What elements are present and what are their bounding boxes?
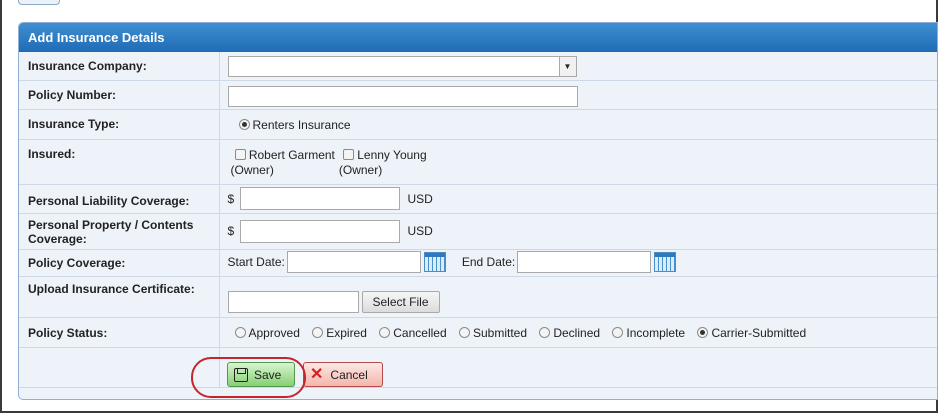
insurance-panel: Add Insurance Details Insurance Company:… (18, 22, 938, 400)
status-option-label: Expired (326, 325, 367, 340)
row-insured: Insured: Robert Garment (Owner) Lenny Yo… (19, 139, 937, 185)
insured-label: Insured: (19, 139, 220, 185)
row-personal-liability: Personal Liability Coverage: $ USD (19, 184, 937, 214)
insured-person: Robert Garment (Owner) (231, 148, 335, 178)
status-option-label: Incomplete (626, 325, 686, 340)
status-declined-radio[interactable] (539, 326, 551, 338)
status-expired-radio[interactable] (312, 326, 324, 338)
personal-property-label: Personal Property / Contents Coverage: (19, 213, 220, 250)
end-date-input[interactable] (517, 250, 652, 273)
insured-role: (Owner) (230, 162, 274, 177)
renters-insurance-label: Renters Insurance (252, 117, 351, 132)
row-upload-certificate: Upload Insurance Certificate: Select Fil… (19, 276, 937, 318)
insurance-form: Insurance Company: ▼ Policy Number: Insu… (19, 52, 937, 388)
start-date-input[interactable] (286, 250, 421, 273)
status-submitted-radio[interactable] (458, 326, 470, 338)
insurance-company-select[interactable]: ▼ (227, 56, 577, 77)
insured-checkbox-robert[interactable] (234, 148, 246, 160)
chevron-down-icon[interactable]: ▼ (558, 57, 576, 76)
insured-role: (Owner) (338, 162, 383, 177)
currency-symbol: $ (227, 191, 235, 206)
status-option-label: Carrier-Submitted (711, 325, 807, 340)
status-option-label: Cancelled (393, 325, 447, 340)
policy-status-label: Policy Status: (19, 317, 220, 348)
status-cancelled-radio[interactable] (379, 326, 391, 338)
personal-liability-label: Personal Liability Coverage: (19, 184, 220, 214)
row-insurance-type: Insurance Type: Renters Insurance (19, 109, 937, 140)
row-personal-property: Personal Property / Contents Coverage: $… (19, 213, 937, 250)
renters-insurance-radio[interactable] (238, 118, 250, 130)
insured-person: Lenny Young (Owner) (339, 148, 427, 178)
save-highlight-ring (191, 357, 306, 398)
status-approved-radio[interactable] (234, 326, 246, 338)
personal-property-input[interactable] (239, 219, 400, 243)
status-option-label: Submitted (472, 325, 527, 340)
calendar-icon[interactable] (423, 251, 446, 272)
status-option-label: Approved (248, 325, 300, 340)
row-insurance-company: Insurance Company: ▼ (19, 52, 937, 81)
row-actions (19, 347, 937, 388)
insured-name: Lenny Young (357, 147, 427, 162)
calendar-icon[interactable] (654, 251, 677, 272)
insured-checkbox-lenny[interactable] (342, 148, 354, 160)
close-icon: ✕ (310, 365, 324, 383)
start-date-label: Start Date: (227, 254, 285, 269)
insured-name: Robert Garment (248, 147, 335, 162)
row-policy-number: Policy Number: (19, 80, 937, 110)
insurance-company-label: Insurance Company: (19, 52, 220, 81)
end-date-label: End Date: (461, 254, 516, 269)
cancel-button-label: Cancel (330, 367, 368, 382)
select-file-button[interactable]: Select File (361, 290, 440, 313)
row-policy-status: Policy Status: Approved Expired Cancelle… (19, 317, 937, 348)
policy-number-label: Policy Number: (19, 80, 220, 110)
upload-certificate-label: Upload Insurance Certificate: (19, 276, 220, 318)
panel-title: Add Insurance Details (19, 23, 937, 52)
cancel-button[interactable]: ✕ Cancel (303, 362, 383, 387)
status-option-label: Declined (553, 325, 601, 340)
row-policy-coverage: Policy Coverage: Start Date: End Date: (19, 249, 937, 277)
policy-number-input[interactable] (227, 85, 578, 107)
certificate-file-field[interactable] (227, 290, 359, 313)
insurance-type-label: Insurance Type: (19, 109, 220, 140)
top-tab-stub[interactable] (18, 0, 60, 5)
policy-coverage-label: Policy Coverage: (19, 249, 220, 277)
status-carrier-submitted-radio[interactable] (697, 326, 709, 338)
currency-unit: USD (407, 191, 433, 206)
personal-liability-input[interactable] (239, 187, 400, 210)
currency-symbol: $ (227, 224, 235, 238)
status-incomplete-radio[interactable] (612, 326, 624, 338)
currency-unit: USD (407, 224, 433, 238)
